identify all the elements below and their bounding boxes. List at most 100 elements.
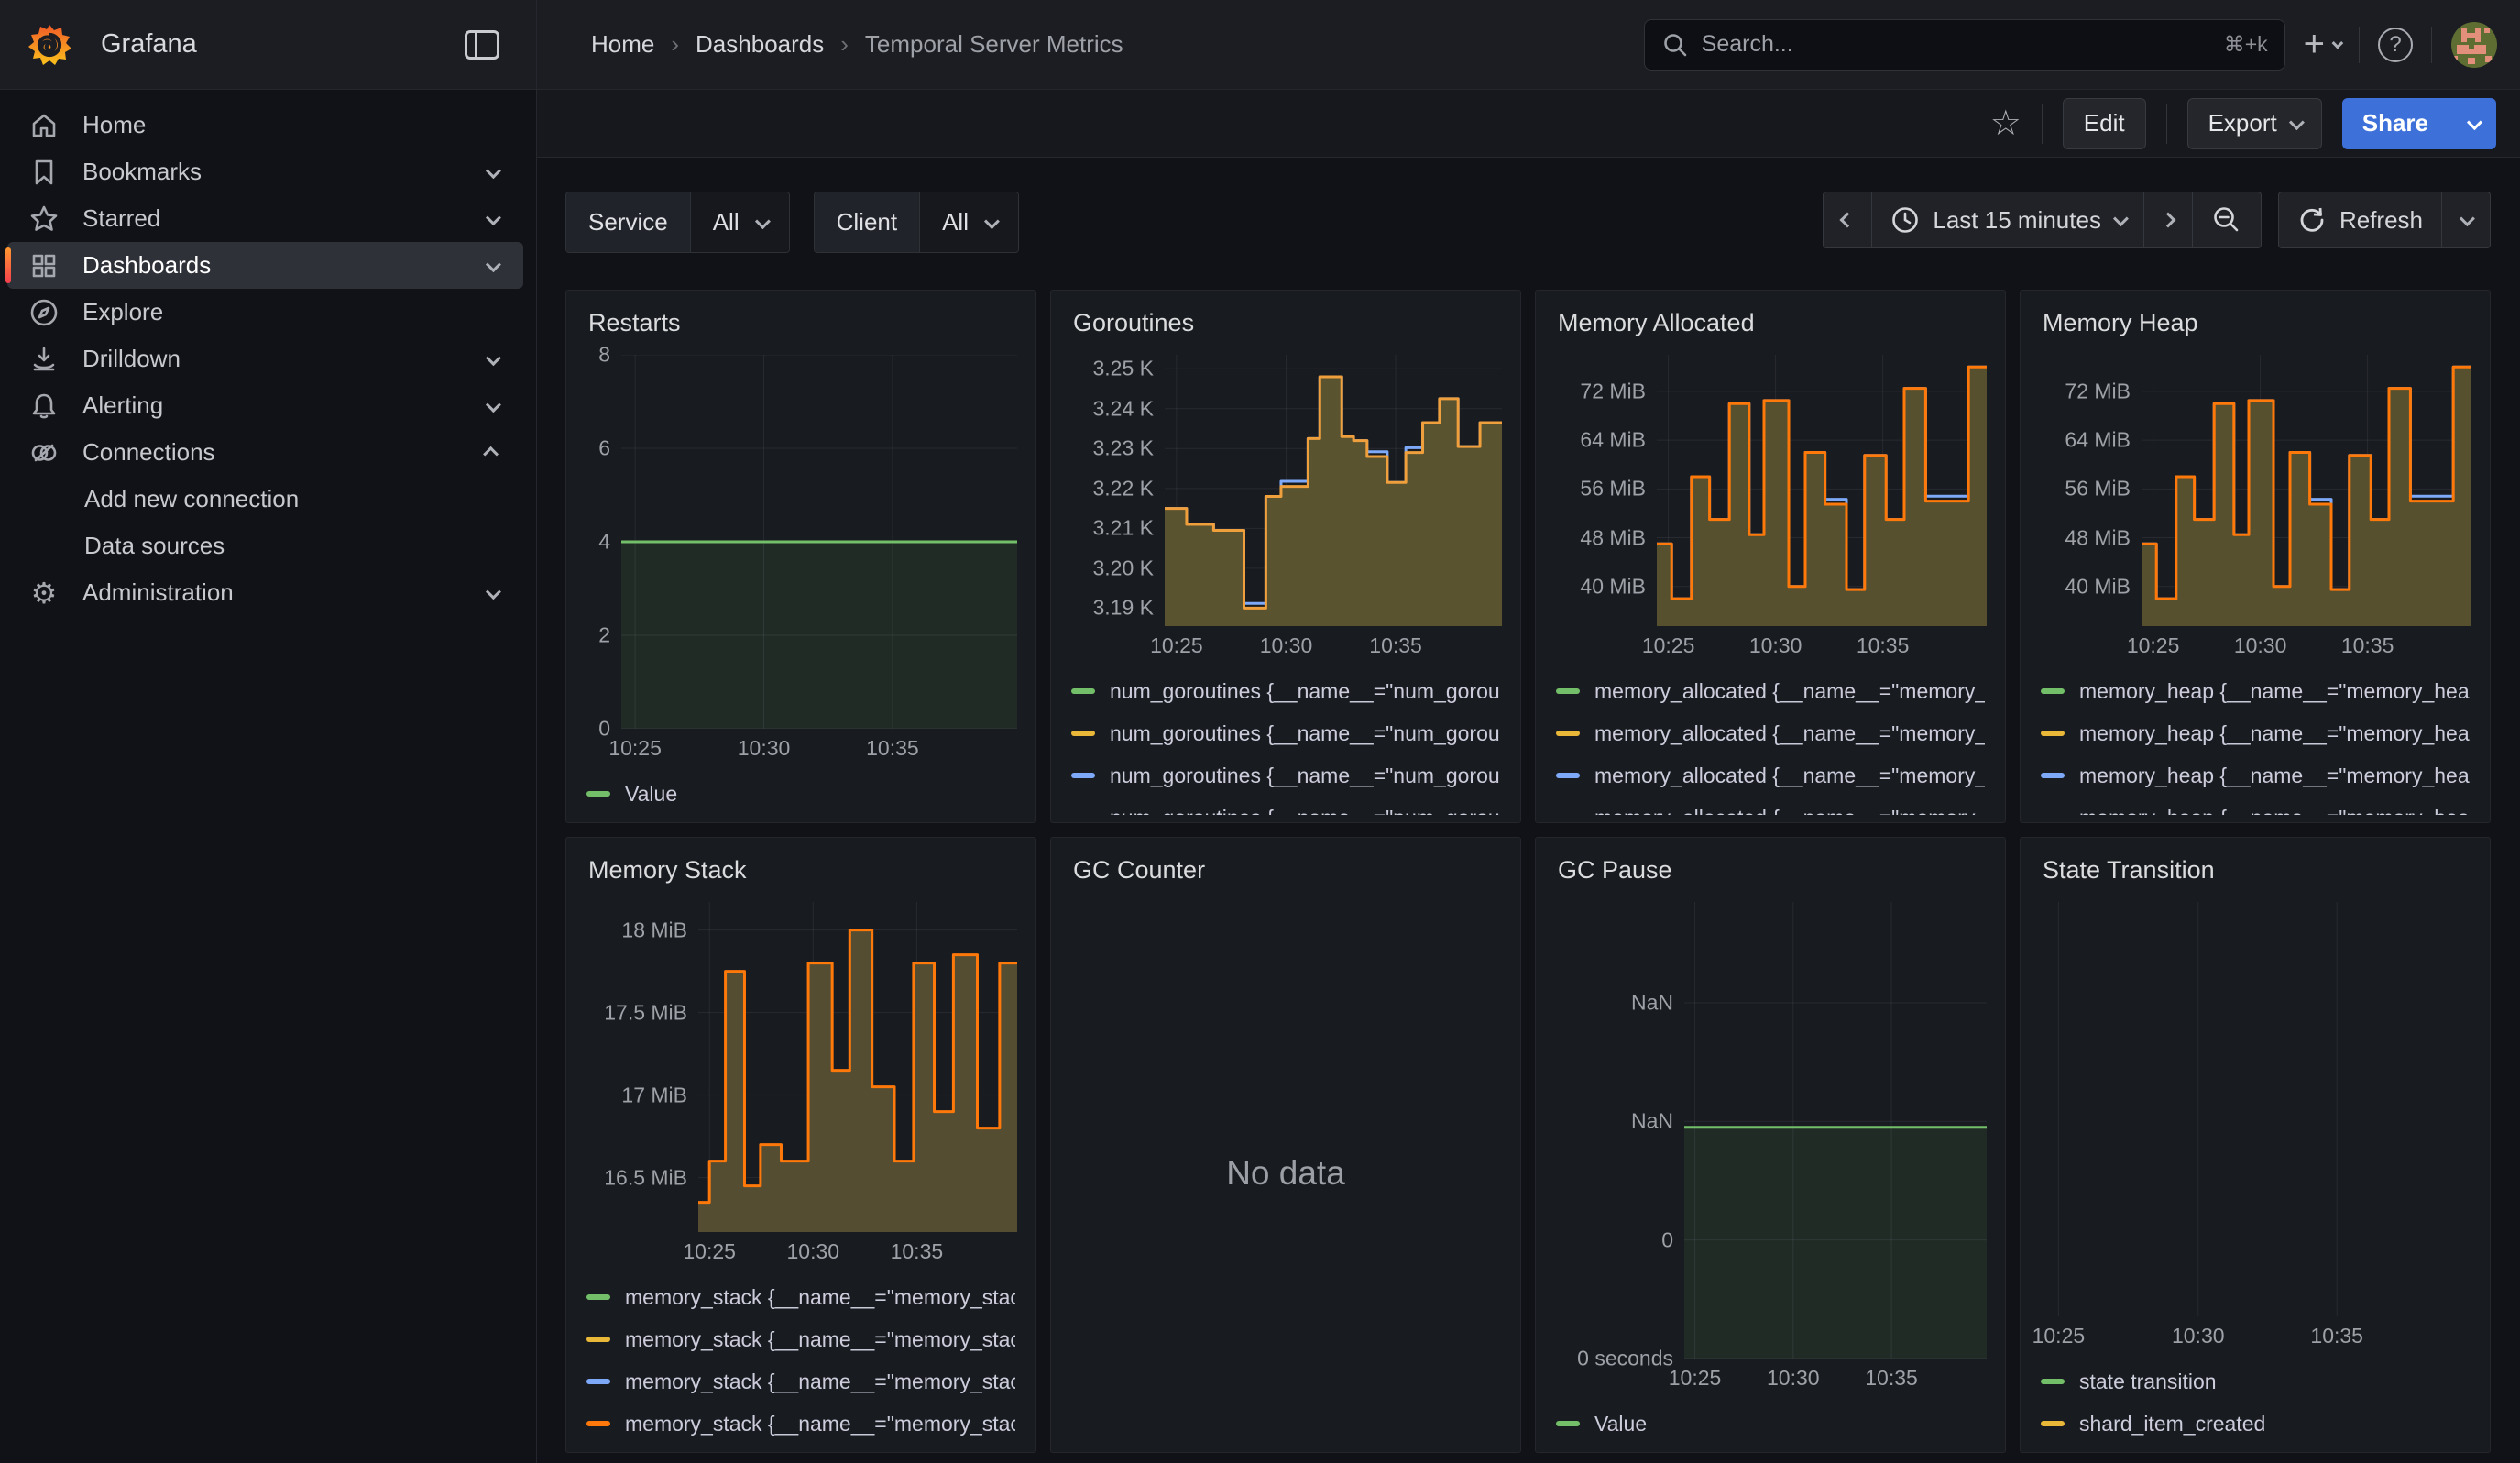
legend-item[interactable]: num_goroutines {__name__="num_goroutines… [1071,754,1500,797]
panel-title[interactable]: Memory Allocated [1554,303,1987,355]
no-data-text: No data [1226,1154,1345,1193]
zoom-out-button[interactable] [2193,192,2262,248]
search-box[interactable]: ⌘+k [1644,19,2285,71]
legend-label: num_goroutines {__name__="num_goroutines… [1110,764,1500,788]
legend-item[interactable]: memory_allocated {__name__="memory_alloc… [1556,670,1985,712]
sidebar-item-bookmarks[interactable]: Bookmarks [7,148,523,195]
x-axis-tick: 10:25 [2032,1324,2086,1348]
help-icon[interactable]: ? [2378,28,2413,62]
chevron-down-icon[interactable] [486,397,501,412]
search-input[interactable] [1702,31,2211,58]
x-axis-tick: 10:35 [1865,1366,1918,1391]
time-forward-button[interactable] [2144,192,2193,248]
legend-dash [1071,731,1095,736]
legend-item[interactable]: memory_allocated {__name__="memory_alloc… [1556,797,1985,815]
y-axis-tick: 72 MiB [2065,379,2131,403]
legend-item[interactable]: Value [1556,1402,1985,1445]
sidebar-item-label: Drilldown [82,345,181,373]
sidebar-item-alerting[interactable]: Alerting [7,382,523,429]
sidebar-item-explore[interactable]: Explore [7,289,523,336]
share-menu-button[interactable] [2449,98,2496,149]
panel-title[interactable]: GC Pause [1554,851,1987,902]
sidebar-item-add-new-connection[interactable]: Add new connection [7,476,523,522]
x-axis-tick: 10:30 [1749,633,1802,658]
time-back-button[interactable] [1823,192,1872,248]
sidebar-item-label: Connections [82,438,215,467]
sidebar-item-administration[interactable]: ⚙Administration [7,569,523,616]
favorite-star-icon[interactable]: ☆ [1990,103,2021,144]
legend-item[interactable]: shard_item_created [2041,1402,2470,1445]
sidebar-item-drilldown[interactable]: Drilldown [7,336,523,382]
legend-item[interactable]: memory_stack {__name__="memory_stack" [586,1318,1015,1360]
chart-plot[interactable] [1165,355,1502,626]
chevron-down-icon[interactable] [486,210,501,226]
legend-item[interactable]: memory_heap {__name__="memory_heap" [2041,754,2470,797]
home-icon [27,111,60,140]
legend-item[interactable]: memory_allocated {__name__="memory_alloc… [1556,712,1985,754]
x-axis-tick: 10:30 [786,1239,839,1264]
link-icon [27,437,60,468]
legend-item[interactable]: memory_stack {__name__="memory_stack" [586,1276,1015,1318]
legend-item[interactable]: num_goroutines {__name__="num_goroutines… [1071,670,1500,712]
export-button[interactable]: Export [2187,98,2322,149]
panel-title[interactable]: Restarts [585,303,1017,355]
chart-plot[interactable] [698,902,1017,1232]
chevron-down-icon[interactable] [486,163,501,179]
sidebar-item-dashboards[interactable]: Dashboards [7,242,523,289]
time-range-picker[interactable]: Last 15 minutes [1872,192,2144,248]
refresh-button[interactable]: Refresh [2278,192,2442,248]
legend-item[interactable]: memory_heap {__name__="memory_heap" [2041,712,2470,754]
y-axis-tick: 6 [598,436,610,461]
x-axis-tick: 10:30 [2234,633,2287,658]
search-icon [1661,31,1689,59]
legend-dash [2041,773,2065,778]
sidebar-item-starred[interactable]: Starred [7,195,523,242]
legend-item[interactable]: memory_stack {__name__="memory_stack" [586,1402,1015,1445]
sidebar-item-data-sources[interactable]: Data sources [7,522,523,569]
legend-item[interactable]: memory_heap {__name__="memory_heap" [2041,670,2470,712]
panel-title[interactable]: GC Counter [1069,851,1502,902]
dock-sidebar-icon[interactable] [465,30,499,60]
service-filter-value[interactable]: All [691,192,789,252]
panel-title[interactable]: State Transition [2039,851,2471,902]
legend-item[interactable]: state transition [2041,1360,2470,1402]
refresh-interval-button[interactable] [2442,192,2491,248]
legend-label: memory_allocated {__name__="memory_alloc… [1594,679,1985,704]
client-filter-value[interactable]: All [920,192,1018,252]
legend-item[interactable]: memory_stack {__name__="memory_stack" [586,1360,1015,1402]
legend: memory_allocated {__name__="memory_alloc… [1554,666,1987,815]
share-button[interactable]: Share [2342,98,2449,149]
legend-item[interactable]: num_goroutines {__name__="num_goroutines… [1071,797,1500,815]
refresh-group: Refresh [2278,192,2491,248]
legend-dash [1556,688,1580,694]
legend-label: memory_heap {__name__="memory_heap" [2079,721,2470,746]
chevron-up-icon[interactable] [483,446,499,461]
chart-plot[interactable] [2044,902,2471,1316]
breadcrumb-home[interactable]: Home [591,30,654,59]
legend-item[interactable]: memory_allocated {__name__="memory_alloc… [1556,754,1985,797]
legend: memory_stack {__name__="memory_stack"mem… [585,1272,1017,1445]
legend-item[interactable]: num_goroutines {__name__="num_goroutines… [1071,712,1500,754]
avatar[interactable] [2450,21,2498,69]
chart-plot[interactable] [621,355,1017,729]
sidebar-item-home[interactable]: Home [7,102,523,148]
chart-plot[interactable] [1657,355,1987,626]
divider [2166,104,2167,144]
panel-title[interactable]: Goroutines [1069,303,1502,355]
chevron-down-icon[interactable] [486,257,501,272]
edit-button[interactable]: Edit [2063,98,2146,149]
add-button[interactable]: + [2304,24,2340,65]
sidebar-item-connections[interactable]: Connections [7,429,523,476]
x-axis-tick: 10:35 [866,736,919,761]
chevron-down-icon[interactable] [486,584,501,600]
legend-dash [2041,731,2065,736]
chart-plot[interactable] [2142,355,2471,626]
panel-title[interactable]: Memory Heap [2039,303,2471,355]
breadcrumb-dashboards[interactable]: Dashboards [696,30,824,59]
panel-title[interactable]: Memory Stack [585,851,1017,902]
chart-plot[interactable] [1684,902,1987,1358]
panel-restarts: Restarts8642010:2510:3010:35Value [565,290,1036,823]
chevron-down-icon[interactable] [486,350,501,366]
legend-item[interactable]: Value [586,773,1015,815]
legend-item[interactable]: memory_heap {__name__="memory_heap" [2041,797,2470,815]
